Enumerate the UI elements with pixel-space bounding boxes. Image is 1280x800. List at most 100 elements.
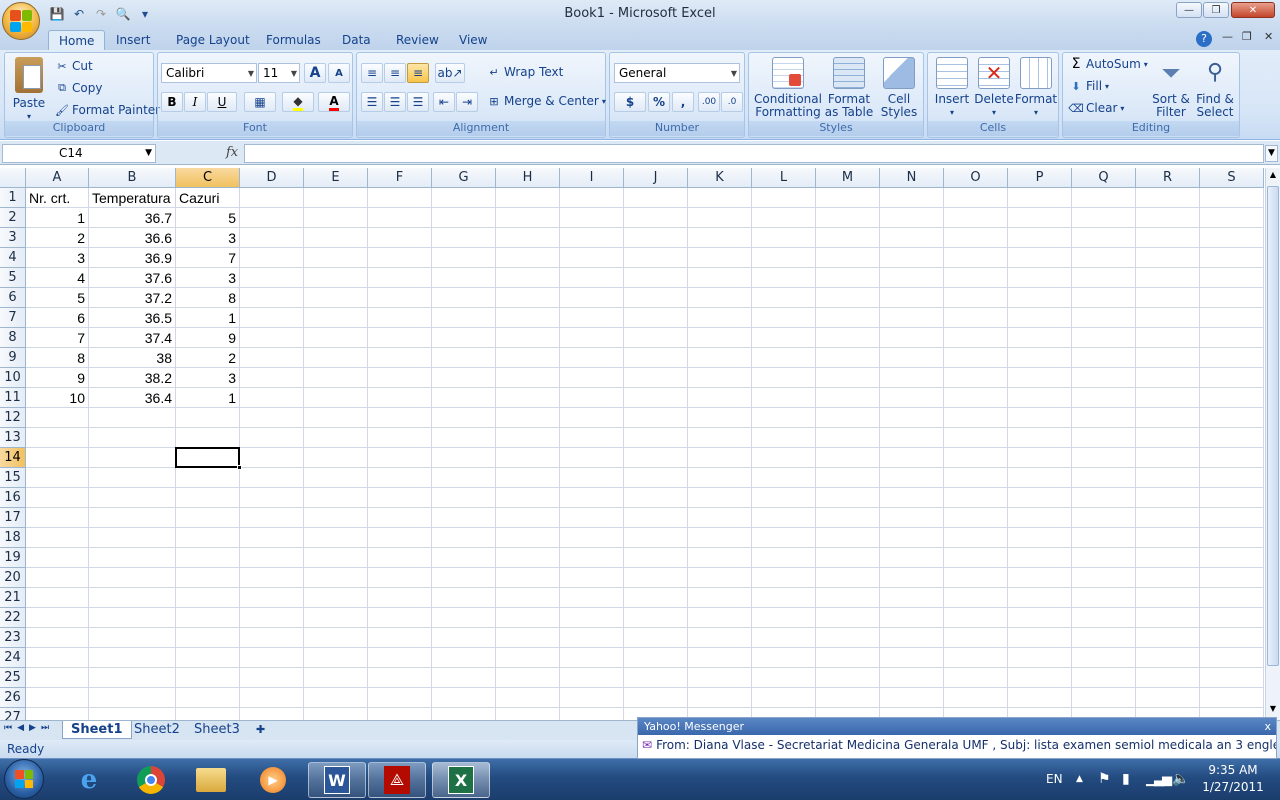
table-cell[interactable]: 9 bbox=[176, 328, 240, 348]
header-cell[interactable]: Nr. crt. bbox=[26, 188, 89, 208]
row-header-27[interactable]: 27 bbox=[0, 708, 26, 720]
first-sheet-icon[interactable]: ⏮ bbox=[4, 723, 17, 733]
table-cell[interactable]: 38.2 bbox=[89, 368, 176, 388]
row-header-5[interactable]: 5 bbox=[0, 268, 26, 288]
font-family-select[interactable]: Calibri ▼ bbox=[161, 63, 257, 83]
header-cell[interactable]: Temperatura bbox=[89, 188, 176, 208]
table-cell[interactable]: 3 bbox=[26, 248, 89, 268]
percent-button[interactable]: % bbox=[648, 92, 670, 112]
power-icon[interactable]: ▮ bbox=[1122, 758, 1130, 800]
column-header-f[interactable]: F bbox=[368, 168, 432, 188]
insert-cells-button[interactable]: Insert ▾ bbox=[930, 57, 974, 119]
ribbon-restore-button[interactable]: ❐ bbox=[1242, 30, 1252, 43]
table-cell[interactable]: 37.4 bbox=[89, 328, 176, 348]
help-icon[interactable]: ? bbox=[1196, 31, 1212, 47]
tab-page-layout[interactable]: Page Layout bbox=[166, 30, 260, 50]
table-cell[interactable]: 37.2 bbox=[89, 288, 176, 308]
row-header-26[interactable]: 26 bbox=[0, 688, 26, 708]
sheet-nav-buttons[interactable]: ⏮◀▶⏭ bbox=[4, 723, 54, 733]
shrink-font-button[interactable]: A bbox=[328, 63, 350, 83]
row-header-11[interactable]: 11 bbox=[0, 388, 26, 408]
align-center-button[interactable]: ☰ bbox=[384, 92, 406, 112]
sheet-tab-sheet2[interactable]: Sheet2 bbox=[126, 721, 188, 739]
row-header-22[interactable]: 22 bbox=[0, 608, 26, 628]
table-cell[interactable]: 37.6 bbox=[89, 268, 176, 288]
table-cell[interactable]: 7 bbox=[26, 328, 89, 348]
row-header-18[interactable]: 18 bbox=[0, 528, 26, 548]
sort-filter-button[interactable]: ⏷ Sort & Filter bbox=[1149, 57, 1193, 119]
row-header-13[interactable]: 13 bbox=[0, 428, 26, 448]
font-color-button[interactable]: A bbox=[318, 92, 350, 112]
notification-body[interactable]: ✉ From: Diana Vlase - Secretariat Medici… bbox=[638, 735, 1276, 755]
row-header-4[interactable]: 4 bbox=[0, 248, 26, 268]
restore-button[interactable]: ❐ bbox=[1203, 2, 1229, 18]
table-cell[interactable]: 38 bbox=[89, 348, 176, 368]
table-cell[interactable]: 3 bbox=[176, 228, 240, 248]
italic-button[interactable]: I bbox=[184, 92, 206, 112]
scroll-thumb[interactable] bbox=[1267, 186, 1279, 666]
fill-button[interactable]: ⬇ Fill ▾ bbox=[1069, 79, 1109, 93]
table-cell[interactable]: 2 bbox=[26, 228, 89, 248]
column-header-d[interactable]: D bbox=[240, 168, 304, 188]
notification-close-button[interactable]: x bbox=[1264, 718, 1271, 735]
row-header-23[interactable]: 23 bbox=[0, 628, 26, 648]
table-cell[interactable]: 1 bbox=[176, 388, 240, 408]
chevron-down-icon[interactable]: ▼ bbox=[145, 145, 152, 162]
column-header-s[interactable]: S bbox=[1200, 168, 1264, 188]
name-box[interactable]: C14 ▼ bbox=[2, 144, 156, 163]
merge-center-button[interactable]: ⊞ Merge & Center ▾ bbox=[487, 94, 605, 108]
column-header-n[interactable]: N bbox=[880, 168, 944, 188]
last-sheet-icon[interactable]: ⏭ bbox=[41, 723, 54, 733]
paste-button[interactable]: Paste ▾ bbox=[9, 57, 49, 123]
column-header-p[interactable]: P bbox=[1008, 168, 1072, 188]
row-header-12[interactable]: 12 bbox=[0, 408, 26, 428]
minimize-button[interactable]: — bbox=[1176, 2, 1202, 18]
fill-color-button[interactable]: ◆ bbox=[282, 92, 314, 112]
grow-font-button[interactable]: A bbox=[304, 63, 326, 83]
scroll-down-icon[interactable]: ▼ bbox=[1267, 704, 1279, 718]
taskbar-acrobat[interactable]: ⟁ bbox=[368, 762, 426, 798]
row-header-6[interactable]: 6 bbox=[0, 288, 26, 308]
table-cell[interactable]: 8 bbox=[26, 348, 89, 368]
row-header-19[interactable]: 19 bbox=[0, 548, 26, 568]
column-header-j[interactable]: J bbox=[624, 168, 688, 188]
decrease-indent-button[interactable]: ⇤ bbox=[433, 92, 455, 112]
tab-data[interactable]: Data bbox=[332, 30, 381, 50]
table-cell[interactable]: 6 bbox=[26, 308, 89, 328]
column-header-q[interactable]: Q bbox=[1072, 168, 1136, 188]
spreadsheet-grid[interactable]: A B C D E F G H I J K L M N O P Q R S 1 2 3 4 5 6 7 8 9 10 11 12 13 14 15… bbox=[0, 168, 1265, 720]
font-size-select[interactable]: 11 ▼ bbox=[258, 63, 300, 83]
prev-sheet-icon[interactable]: ◀ bbox=[17, 723, 29, 733]
ribbon-close-button[interactable]: ✕ bbox=[1264, 30, 1273, 43]
column-header-h[interactable]: H bbox=[496, 168, 560, 188]
column-header-k[interactable]: K bbox=[688, 168, 752, 188]
align-top-button[interactable]: ≡ bbox=[361, 63, 383, 83]
tab-view[interactable]: View bbox=[449, 30, 497, 50]
column-header-l[interactable]: L bbox=[752, 168, 816, 188]
column-header-i[interactable]: I bbox=[560, 168, 624, 188]
ribbon-minimize-button[interactable]: — bbox=[1222, 30, 1233, 43]
conditional-formatting-button[interactable]: Conditional Formatting bbox=[753, 57, 823, 119]
currency-button[interactable]: $ bbox=[614, 92, 646, 112]
align-left-button[interactable]: ☰ bbox=[361, 92, 383, 112]
format-painter-button[interactable]: 🖌 Format Painter bbox=[55, 103, 160, 117]
align-right-button[interactable]: ☰ bbox=[407, 92, 429, 112]
row-header-15[interactable]: 15 bbox=[0, 468, 26, 488]
table-cell[interactable]: 5 bbox=[176, 208, 240, 228]
autosum-button[interactable]: Σ AutoSum ▾ bbox=[1069, 56, 1148, 72]
number-format-select[interactable]: General ▼ bbox=[614, 63, 740, 83]
row-header-14[interactable]: 14 bbox=[0, 448, 26, 468]
sheet-tab-sheet3[interactable]: Sheet3 bbox=[186, 721, 248, 739]
taskbar-internet-explorer[interactable]: e bbox=[60, 762, 118, 798]
comma-button[interactable]: , bbox=[672, 92, 694, 112]
table-cell[interactable]: 36.5 bbox=[89, 308, 176, 328]
row-header-20[interactable]: 20 bbox=[0, 568, 26, 588]
table-cell[interactable]: 36.7 bbox=[89, 208, 176, 228]
yahoo-messenger-notification[interactable]: Yahoo! Messenger x ✉ From: Diana Vlase -… bbox=[637, 717, 1277, 759]
increase-indent-button[interactable]: ⇥ bbox=[456, 92, 478, 112]
column-header-g[interactable]: G bbox=[432, 168, 496, 188]
column-header-b[interactable]: B bbox=[89, 168, 176, 188]
insert-function-button[interactable]: fx bbox=[160, 144, 242, 163]
align-middle-button[interactable]: ≡ bbox=[384, 63, 406, 83]
tab-formulas[interactable]: Formulas bbox=[256, 30, 331, 50]
